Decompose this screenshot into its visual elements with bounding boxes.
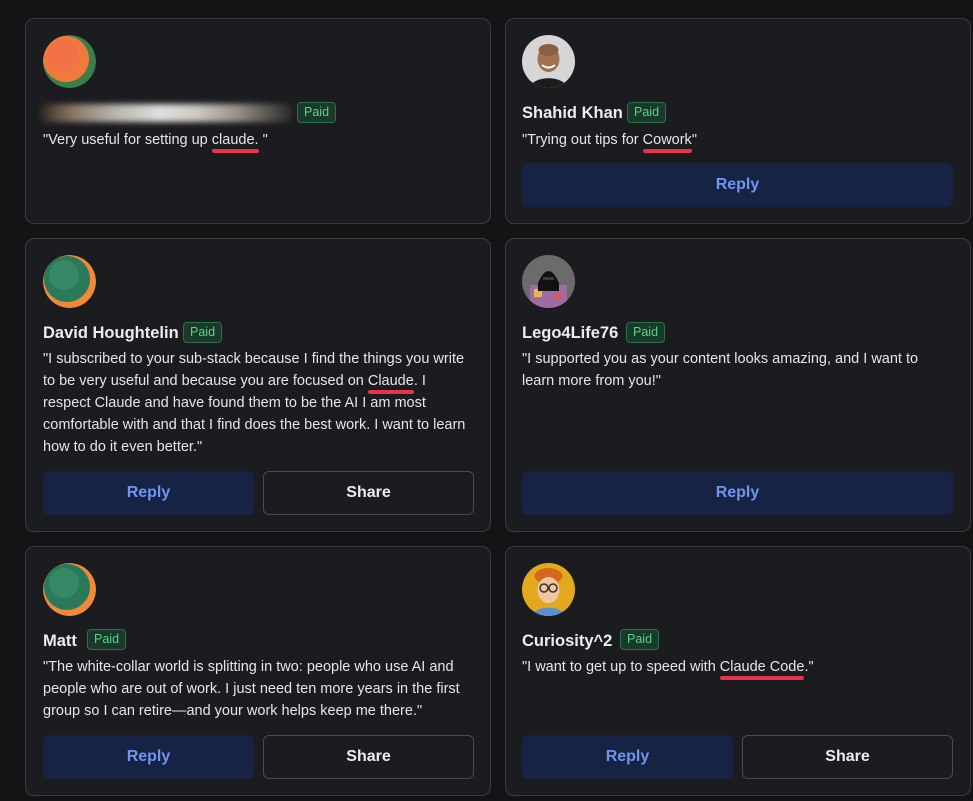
avatar	[522, 35, 575, 88]
comment-text: "I supported you as your content looks a…	[522, 351, 919, 389]
comment-text: "I want to get up to speed with Claude C…	[522, 659, 814, 675]
commenter-name: Curiosity^2	[522, 632, 613, 650]
avatar	[522, 255, 575, 308]
comment-card: Curiosity^2 Paid "I want to get up to sp…	[505, 546, 971, 796]
avatar	[522, 563, 575, 616]
share-button[interactable]: Share	[742, 735, 953, 779]
commenter-name: Lego4Life76	[522, 324, 619, 342]
paid-badge: Paid	[87, 629, 127, 650]
reply-button[interactable]: Reply	[43, 735, 254, 779]
comment-text: "Very useful for setting up claude. "	[43, 132, 268, 148]
comment-text: "I subscribed to your sub-stack because …	[43, 351, 466, 455]
paid-badge: Paid	[627, 102, 667, 123]
comment-card: David Houghtelin Paid "I subscribed to y…	[25, 238, 491, 532]
reply-button[interactable]: Reply	[43, 471, 254, 515]
commenter-name: Shahid Khan	[522, 104, 623, 122]
highlighted-term: claude.	[211, 132, 259, 148]
highlighted-term: Cowork	[642, 132, 692, 148]
comment-card: Lego4Life76 Paid "I supported you as you…	[505, 238, 971, 532]
avatar	[43, 255, 96, 308]
paid-badge: Paid	[620, 629, 660, 650]
comment-card: Paid "Very useful for setting up claude.…	[25, 18, 491, 224]
comment-text: "The white-collar world is splitting in …	[43, 659, 460, 719]
reply-button[interactable]: Reply	[522, 471, 953, 515]
commenter-name: Matt	[43, 632, 77, 650]
comment-text: "Trying out tips for Cowork"	[522, 132, 697, 148]
share-button[interactable]: Share	[263, 471, 474, 515]
highlighted-term: Claude Code	[719, 659, 805, 675]
comment-card: Shahid Khan Paid "Trying out tips for Co…	[505, 18, 971, 224]
redacted-name	[38, 104, 292, 122]
paid-badge: Paid	[297, 102, 337, 123]
reply-button[interactable]: Reply	[522, 163, 953, 207]
avatar	[43, 35, 96, 88]
avatar	[43, 563, 96, 616]
commenter-name: David Houghtelin	[43, 324, 179, 342]
paid-badge: Paid	[626, 322, 666, 343]
share-button[interactable]: Share	[263, 735, 474, 779]
paid-badge: Paid	[183, 322, 223, 343]
comment-card: Matt Paid "The white-collar world is spl…	[25, 546, 491, 796]
highlighted-term: Claude	[367, 373, 414, 389]
reply-button[interactable]: Reply	[522, 735, 733, 779]
